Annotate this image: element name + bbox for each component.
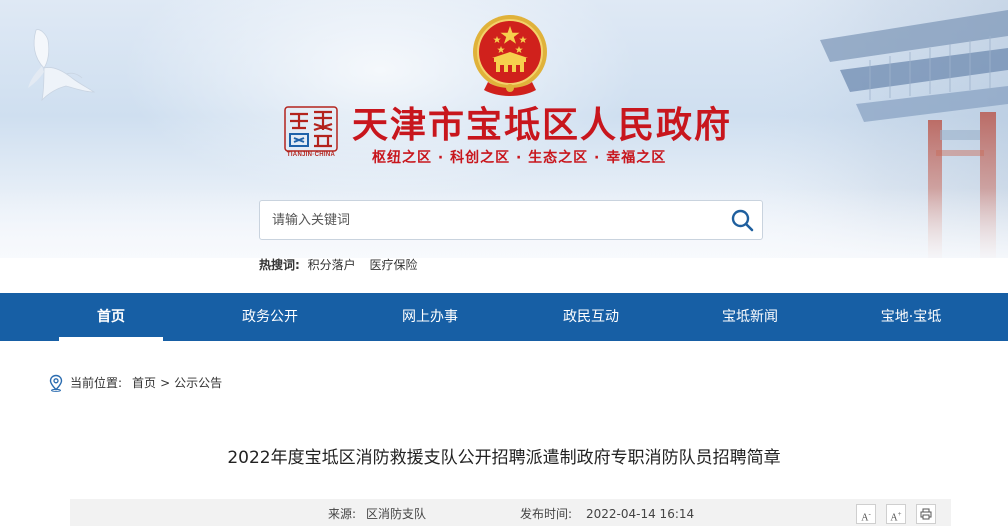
breadcrumb-prefix: 当前位置: bbox=[70, 376, 123, 390]
font-larger-icon: A bbox=[890, 512, 898, 524]
search-input[interactable] bbox=[260, 201, 732, 239]
breadcrumb: 当前位置: 首页 > 公示公告 bbox=[48, 374, 222, 392]
site-title[interactable]: 天津市宝坻区人民政府 bbox=[352, 102, 732, 150]
breadcrumb-separator: > bbox=[160, 376, 171, 390]
nav-active-indicator bbox=[59, 337, 163, 341]
print-button[interactable] bbox=[916, 504, 936, 524]
article-meta-bar: 来源: 区消防支队 发布时间: 2022-04-14 16:14 A- A+ bbox=[70, 499, 951, 526]
header-banner: TIANJIN·CHINA 天津市宝坻区人民政府 枢纽之区 · 科创之区 · 生… bbox=[0, 0, 1008, 258]
main-nav: 首页 政务公开 网上办事 政民互动 宝坻新闻 宝地·宝坻 bbox=[0, 293, 1008, 341]
hot-search-term[interactable]: 医疗保险 bbox=[369, 258, 417, 272]
search-box bbox=[259, 200, 763, 240]
article-title: 2022年度宝坻区消防救援支队公开招聘派遣制政府专职消防队员招聘简章 bbox=[227, 448, 781, 468]
font-smaller-button[interactable]: A- bbox=[856, 504, 876, 524]
search-button[interactable] bbox=[726, 205, 758, 235]
date-label: 发布时间: bbox=[520, 507, 573, 521]
breadcrumb-home[interactable]: 首页 bbox=[132, 374, 156, 392]
nav-item-online-services[interactable]: 网上办事 bbox=[350, 293, 510, 341]
breadcrumb-announcements[interactable]: 公示公告 bbox=[174, 374, 222, 392]
hot-search-term[interactable]: 积分落户 bbox=[308, 258, 356, 272]
date-value: 2022-04-14 16:14 bbox=[586, 507, 695, 521]
print-icon bbox=[920, 508, 932, 520]
location-pin-icon bbox=[49, 374, 63, 392]
nav-item-government-affairs[interactable]: 政务公开 bbox=[190, 293, 350, 341]
dove-icon bbox=[28, 29, 96, 102]
source-value: 区消防支队 bbox=[366, 507, 427, 521]
nav-item-baodi-land[interactable]: 宝地·宝坻 bbox=[831, 293, 991, 341]
sky-glow bbox=[120, 0, 640, 200]
nav-item-home[interactable]: 首页 bbox=[31, 293, 191, 341]
source-label: 来源: bbox=[328, 507, 357, 521]
font-larger-button[interactable]: A+ bbox=[886, 504, 906, 524]
hot-search-row: 热搜词: 积分落户 医疗保险 bbox=[259, 257, 428, 273]
search-icon bbox=[731, 209, 754, 232]
national-emblem-icon bbox=[473, 15, 547, 96]
tianjin-seal-logo bbox=[284, 106, 338, 152]
hot-search-label: 热搜词: bbox=[259, 258, 300, 272]
logo-caption: TIANJIN·CHINA bbox=[286, 152, 336, 158]
nav-item-public-interaction[interactable]: 政民互动 bbox=[511, 293, 671, 341]
site-slogan: 枢纽之区 · 科创之区 · 生态之区 · 幸福之区 bbox=[372, 150, 667, 166]
nav-item-baodi-news[interactable]: 宝坻新闻 bbox=[670, 293, 830, 341]
